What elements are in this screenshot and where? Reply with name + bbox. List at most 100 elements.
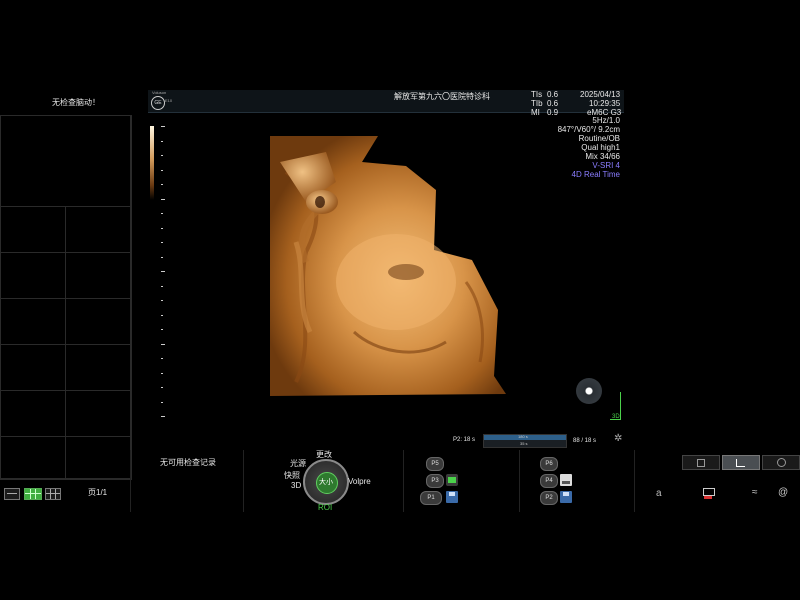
preset-p2-button[interactable]: P2 — [540, 491, 558, 505]
depth-tick — [161, 401, 163, 403]
thumbnail-slot[interactable] — [66, 437, 131, 479]
knob-right-label[interactable]: Volpre — [348, 477, 371, 486]
tool-icon[interactable] — [446, 474, 458, 486]
cine-right-label: 88 / 18 s — [573, 438, 597, 444]
layout-list-button[interactable] — [45, 488, 61, 500]
ti-label: TIs — [531, 90, 543, 99]
status-glyph: a — [656, 488, 662, 499]
ti-label: TIb — [531, 99, 543, 108]
thumbnail-slot[interactable] — [1, 391, 66, 437]
cine-progress-bar[interactable]: 180 s 35 s — [483, 434, 567, 448]
thumbnail-slot[interactable] — [1, 253, 66, 299]
thumbnail-slot[interactable] — [1, 437, 66, 479]
preset-p5-button[interactable]: P5 — [426, 457, 444, 471]
thumbnail-slot[interactable] — [1, 116, 131, 207]
thumbnail-grid — [0, 115, 132, 480]
depth-tick — [161, 227, 163, 229]
cine-bottom-label: 35 s — [520, 441, 528, 446]
bottom-divider — [243, 450, 244, 512]
preset-p1-button[interactable]: P1 — [420, 491, 442, 505]
thumbnail-slot[interactable] — [66, 299, 131, 345]
bottom-divider — [403, 450, 404, 512]
preset-p6-button[interactable]: P6 — [540, 457, 558, 471]
brand-line2: E10 — [165, 98, 173, 103]
settings-gear-icon[interactable]: ✲ — [614, 434, 624, 444]
ge-logo: GE — [151, 96, 165, 110]
color-map-bar — [150, 126, 154, 200]
tab-info[interactable] — [762, 455, 800, 470]
save-icon[interactable] — [560, 491, 572, 503]
thumbnail-slot[interactable] — [1, 345, 66, 391]
depth-tick — [161, 271, 165, 272]
bottom-divider — [130, 450, 131, 512]
thumbnail-slot[interactable] — [1, 299, 66, 345]
knob-left-label[interactable]: 快照 — [284, 471, 300, 480]
ultrasound-3d-render[interactable] — [266, 132, 516, 400]
depth-scale: (function(){ var s=document.currentScrip… — [161, 126, 165, 418]
cine-top-label: 180 s — [518, 434, 528, 439]
depth-tick — [161, 416, 165, 417]
param-line: V-SRI 4 — [592, 161, 620, 170]
depth-tick — [161, 343, 165, 345]
param-line: Qual high1 — [581, 143, 620, 152]
ti-value: 0.6 — [547, 90, 559, 99]
layout-grid-button[interactable] — [24, 488, 42, 500]
depth-tick — [161, 184, 163, 185]
depth-tick — [161, 213, 163, 214]
thumbnail-slot[interactable] — [66, 391, 131, 437]
scan-params: 5Hz/1.0 847°/V60°/ 9.2cm Routine/OB Qual… — [520, 116, 620, 179]
print-icon[interactable] — [560, 474, 572, 486]
tab-measurements[interactable] — [722, 455, 760, 470]
depth-tick — [161, 285, 163, 287]
notes-icon — [697, 459, 705, 467]
hospital-name: 解放军第九六〇医院特诊科 — [394, 92, 490, 101]
param-line: Mix 34/66 — [585, 152, 620, 161]
ti-value: 0.6 — [547, 99, 559, 108]
depth-tick — [161, 300, 163, 301]
param-line: 5Hz/1.0 — [592, 116, 620, 125]
exam-time: 10:29:35 — [589, 99, 621, 108]
depth-tick — [161, 198, 165, 200]
no-records-text: 无可用检查记录 — [160, 458, 216, 467]
depth-tick — [161, 329, 163, 330]
thumbnail-slot[interactable] — [66, 207, 131, 253]
exam-date: 2025/04/13 — [580, 90, 621, 99]
light-source-icon[interactable] — [576, 378, 602, 404]
thumbnail-slot[interactable] — [66, 253, 131, 299]
save-icon[interactable] — [446, 491, 458, 503]
wifi-icon[interactable]: ≈ — [752, 488, 764, 498]
network-icon[interactable] — [702, 488, 715, 500]
knob-bottom-label[interactable]: ROI — [318, 503, 332, 512]
depth-tick — [161, 169, 163, 171]
depth-tick — [161, 358, 163, 359]
depth-tick — [161, 372, 163, 374]
knob-top-label[interactable]: 更改 — [316, 450, 332, 459]
depth-tick — [161, 140, 163, 142]
connection-icon[interactable]: @ — [778, 487, 790, 499]
chart-icon — [736, 459, 745, 467]
cine-p2-label: P2: 18 s — [453, 437, 476, 443]
thumbnail-slot[interactable] — [1, 207, 66, 253]
depth-tick — [161, 256, 163, 258]
knob-center-label: 大小 — [319, 479, 333, 486]
depth-tick — [161, 126, 165, 127]
knob-upper-left-label[interactable]: 光源 — [290, 459, 306, 468]
preset-p3-button[interactable]: P3 — [426, 474, 444, 488]
preset-p4-button[interactable]: P4 — [540, 474, 558, 488]
param-line: 847°/V60°/ 9.2cm — [557, 125, 620, 134]
left-panel-title: 无检查脑动！ — [52, 98, 100, 107]
param-line: 4D Real Time — [571, 170, 620, 179]
depth-tick — [161, 314, 163, 316]
depth-tick — [161, 242, 163, 243]
layout-single-button[interactable] — [4, 488, 20, 500]
tab-notes[interactable] — [682, 455, 720, 470]
knob-left2-label[interactable]: 3D — [291, 481, 301, 490]
rotary-knob[interactable]: 大小 — [303, 459, 349, 505]
brand-line1: Voluson — [152, 90, 167, 95]
info-icon — [777, 458, 786, 467]
thumbnail-slot[interactable] — [66, 345, 131, 391]
bottom-divider — [519, 450, 520, 512]
depth-tick — [161, 387, 163, 388]
corner-3d-label: 3D — [612, 414, 620, 420]
depth-tick — [161, 155, 163, 156]
